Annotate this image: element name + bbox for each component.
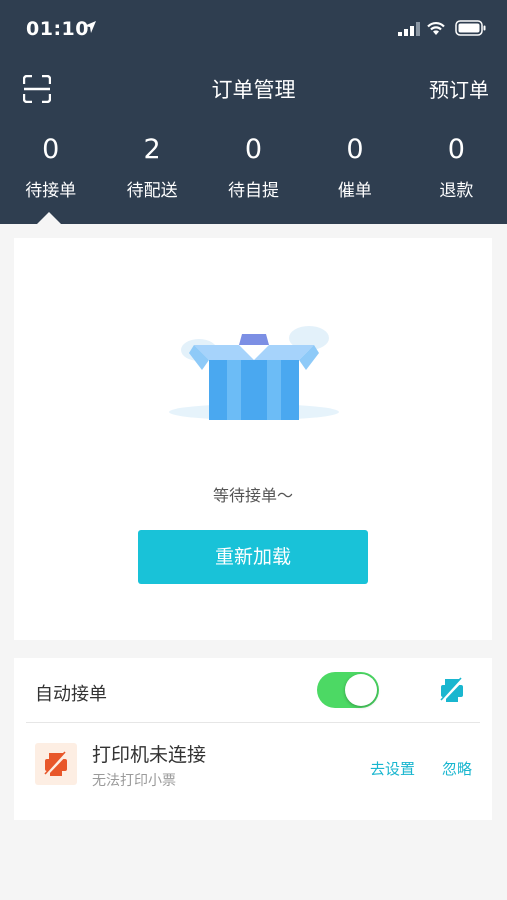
status-bar: 01:10 <box>0 0 507 60</box>
stat-value: 0 <box>447 134 465 165</box>
reservation-orders-link[interactable]: 预订单 <box>429 74 489 103</box>
auto-accept-toggle[interactable] <box>317 672 379 708</box>
printer-status-title: 打印机未连接 <box>92 744 207 766</box>
go-settings-link[interactable]: 去设置 <box>370 758 415 779</box>
order-stats: 0 待接单 2 待配送 0 待自提 0 催单 0 退款 <box>0 130 507 210</box>
reload-button[interactable]: 重新加载 <box>138 530 368 584</box>
empty-box-icon <box>169 326 339 420</box>
stat-reminders[interactable]: 0 催单 <box>304 130 405 210</box>
settings-card: 自动接单 打印机未连接 无法打印小票 去设置 忽略 <box>14 658 492 820</box>
wifi-icon <box>427 22 445 35</box>
auto-accept-label: 自动接单 <box>35 684 107 705</box>
stat-value: 2 <box>143 134 161 165</box>
stat-label: 待接单 <box>25 181 77 201</box>
stat-pending-accept[interactable]: 0 待接单 <box>0 130 101 210</box>
stat-refunds[interactable]: 0 退款 <box>406 130 507 210</box>
stat-label: 待自提 <box>228 181 280 201</box>
divider <box>26 722 480 723</box>
empty-state-card: 等待接单～ 重新加载 <box>14 238 492 640</box>
stat-pending-pickup[interactable]: 0 待自提 <box>203 130 304 210</box>
location-arrow-icon <box>84 21 96 33</box>
cellular-signal-icon <box>398 22 420 36</box>
empty-message: 等待接单～ <box>212 486 293 505</box>
header: 01:10 订单管理 预订单 0 待接单 2 待配送 0 待自提 0 催单 0 … <box>0 0 507 224</box>
stat-pending-delivery[interactable]: 2 待配送 <box>101 130 202 210</box>
stat-label: 待配送 <box>126 181 178 201</box>
printer-warning-badge <box>35 743 77 785</box>
nav-bar: 订单管理 预订单 <box>0 60 507 120</box>
printer-status-subtitle: 无法打印小票 <box>92 773 176 789</box>
stat-label: 退款 <box>439 181 474 201</box>
battery-icon <box>455 20 486 36</box>
printer-disconnected-icon[interactable] <box>438 676 466 704</box>
stat-value: 0 <box>244 134 263 165</box>
stat-value: 0 <box>346 134 364 165</box>
stat-label: 催单 <box>337 181 372 201</box>
toggle-knob <box>345 674 377 706</box>
status-time: 01:10 <box>26 18 89 40</box>
active-tab-indicator <box>37 212 61 224</box>
ignore-link[interactable]: 忽略 <box>442 758 472 779</box>
printer-warning-icon <box>43 751 69 778</box>
stat-value: 0 <box>42 134 60 165</box>
